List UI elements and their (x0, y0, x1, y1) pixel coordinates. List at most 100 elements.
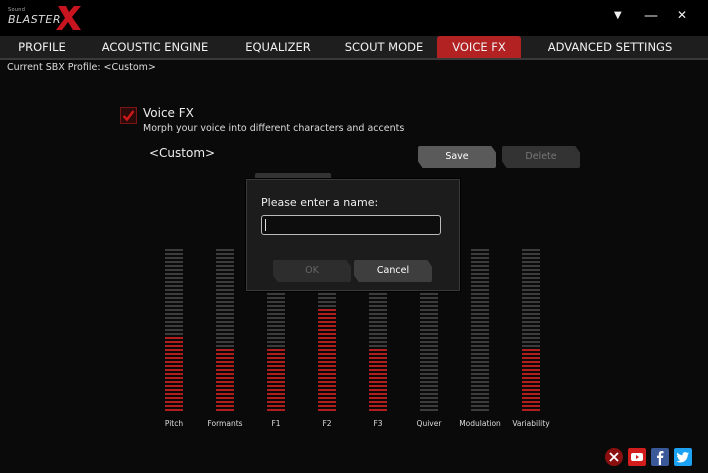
slider-segment (318, 297, 336, 299)
slider-segment (369, 377, 387, 379)
slider-segment (165, 269, 183, 271)
slider-segment (522, 361, 540, 363)
slider-segment (165, 373, 183, 375)
slider-segment (267, 357, 285, 359)
slider-segment (522, 325, 540, 327)
slider-segment (369, 349, 387, 351)
name-dialog: Please enter a name: OK Cancel (246, 179, 460, 291)
preset-name[interactable]: <Custom> (149, 146, 215, 160)
slider-segment (471, 397, 489, 399)
slider-segment (522, 261, 540, 263)
slider-segment (522, 337, 540, 339)
slider-segment (216, 257, 234, 259)
slider-segment (369, 317, 387, 319)
mute-icon[interactable] (605, 448, 623, 466)
slider-segment (522, 305, 540, 307)
slider-segment (165, 365, 183, 367)
dropdown-menu-icon[interactable]: ▼ (614, 10, 622, 21)
name-input[interactable] (261, 215, 441, 235)
slider-segment (216, 321, 234, 323)
slider-segment (522, 257, 540, 259)
tab-advanced-settings[interactable]: ADVANCED SETTINGS (527, 36, 693, 58)
tab-voice-fx[interactable]: VOICE FX (437, 36, 521, 58)
slider-segment (522, 289, 540, 291)
slider-segment (420, 369, 438, 371)
slider-segment (420, 381, 438, 383)
slider-segment (471, 381, 489, 383)
slider-segment (420, 345, 438, 347)
slider-formants[interactable] (216, 249, 234, 414)
slider-segment (267, 325, 285, 327)
tab-acoustic-engine[interactable]: ACOUSTIC ENGINE (88, 36, 222, 58)
facebook-icon[interactable] (651, 448, 669, 466)
slider-segment (471, 365, 489, 367)
slider-segment (522, 393, 540, 395)
slider-segment (267, 321, 285, 323)
slider-segment (165, 349, 183, 351)
slider-segment (369, 369, 387, 371)
slider-segment (420, 301, 438, 303)
slider-segment (420, 341, 438, 343)
slider-segment (420, 377, 438, 379)
slider-segment (165, 265, 183, 267)
slider-segment (471, 361, 489, 363)
slider-modulation[interactable] (471, 249, 489, 414)
slider-segment (318, 313, 336, 315)
slider-segment (267, 377, 285, 379)
slider-segment (267, 349, 285, 351)
slider-segment (471, 353, 489, 355)
slider-segment (471, 281, 489, 283)
slider-pitch[interactable] (165, 249, 183, 414)
tab-profile[interactable]: PROFILE (0, 36, 84, 58)
slider-segment (522, 385, 540, 387)
slider-segment (471, 257, 489, 259)
slider-segment (318, 389, 336, 391)
slider-segment (216, 249, 234, 251)
slider-segment (471, 409, 489, 411)
slider-segment (369, 401, 387, 403)
slider-segment (420, 349, 438, 351)
slider-segment (471, 265, 489, 267)
slider-segment (267, 369, 285, 371)
slider-segment (420, 397, 438, 399)
cancel-button[interactable]: Cancel (354, 260, 432, 282)
slider-segment (165, 289, 183, 291)
slider-segment (420, 305, 438, 307)
slider-segment (471, 341, 489, 343)
slider-segment (267, 317, 285, 319)
slider-segment (318, 397, 336, 399)
slider-variability[interactable] (522, 249, 540, 414)
voice-fx-checkbox[interactable] (120, 107, 137, 124)
minimize-icon[interactable]: — (644, 8, 658, 24)
slider-segment (369, 353, 387, 355)
slider-segment (165, 361, 183, 363)
slider-segment (369, 313, 387, 315)
slider-segment (165, 397, 183, 399)
slider-segment (216, 405, 234, 407)
slider-segment (216, 409, 234, 411)
dialog-prompt: Please enter a name: (261, 196, 379, 209)
slider-segment (420, 353, 438, 355)
slider-segment (318, 385, 336, 387)
slider-segment (165, 381, 183, 383)
slider-segment (267, 361, 285, 363)
slider-segment (318, 345, 336, 347)
slider-segment (165, 353, 183, 355)
slider-segment (471, 317, 489, 319)
slider-segment (522, 349, 540, 351)
close-icon[interactable]: ✕ (677, 8, 687, 22)
slider-segment (369, 385, 387, 387)
tab-scout-mode[interactable]: SCOUT MODE (334, 36, 434, 58)
slider-segment (522, 397, 540, 399)
tab-equalizer[interactable]: EQUALIZER (228, 36, 328, 58)
twitter-icon[interactable] (674, 448, 692, 466)
slider-segment (318, 357, 336, 359)
save-button[interactable]: Save (418, 146, 496, 168)
youtube-icon[interactable] (628, 448, 646, 466)
slider-segment (369, 365, 387, 367)
slider-segment (165, 393, 183, 395)
slider-segment (216, 289, 234, 291)
slider-segment (216, 349, 234, 351)
slider-segment (369, 397, 387, 399)
slider-segment (522, 329, 540, 331)
